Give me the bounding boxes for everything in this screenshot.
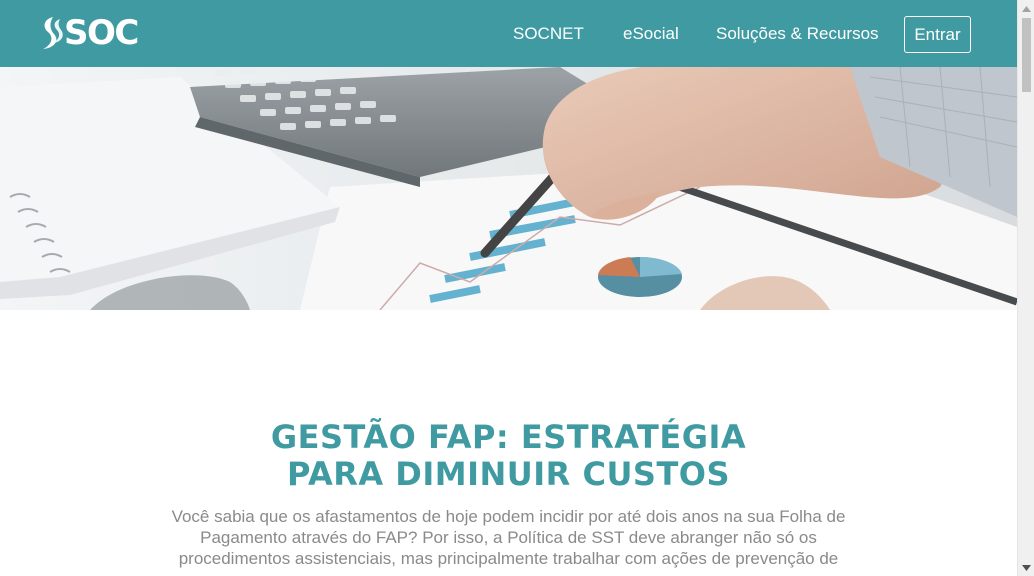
nav-solucoes-recursos[interactable]: Soluções & Recursos [716,24,879,44]
logo-text: SOC [64,13,139,53]
article-section: GESTÃO FAP: ESTRATÉGIA PARA DIMINUIR CUS… [0,310,1017,576]
nav-esocial[interactable]: eSocial [623,24,679,44]
page-title-line-2: PARA DIMINUIR CUSTOS [286,455,731,493]
scrollbar-thumb[interactable] [1022,18,1031,92]
page-title-line-1: GESTÃO FAP: ESTRATÉGIA [270,418,747,456]
intro-paragraph: Você sabia que os afastamentos de hoje p… [171,507,846,568]
top-navigation-bar: SOC SOCNET eSocial Soluções & Recursos E… [0,0,1017,67]
vertical-scrollbar[interactable] [1017,0,1034,576]
soc-logo[interactable]: SOC [38,13,139,53]
nav-socnet[interactable]: SOCNET [513,24,584,44]
scroll-down-arrow-icon[interactable] [1018,559,1034,576]
soc-logo-icon [43,17,63,49]
hero-image [0,67,1017,310]
hero-photo-illustration [0,67,1017,310]
page-title: GESTÃO FAP: ESTRATÉGIA PARA DIMINUIR CUS… [0,419,1017,493]
scroll-up-arrow-icon[interactable] [1018,0,1034,17]
page: SOC SOCNET eSocial Soluções & Recursos E… [0,0,1017,576]
login-button[interactable]: Entrar [904,16,971,53]
